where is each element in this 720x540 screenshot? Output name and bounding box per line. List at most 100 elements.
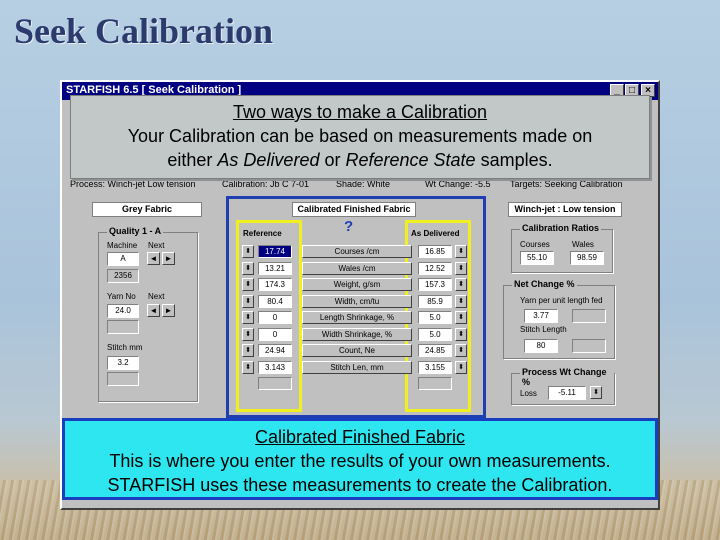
- slide-title: Seek Calibration: [14, 11, 274, 51]
- reference-spin-icon[interactable]: ⬍: [242, 361, 254, 374]
- calibrated-fabric-header: Calibrated Finished Fabric: [292, 202, 416, 217]
- yarn-per-unit-secondary: [572, 309, 606, 323]
- as-delivered-label: As Delivered: [411, 229, 460, 238]
- quality-label: Quality 1 - A: [107, 226, 164, 236]
- courses-ratio-field: 55.10: [520, 251, 554, 265]
- reference-value-field[interactable]: 3.143: [258, 361, 292, 374]
- wales-ratio-field: 98.59: [570, 251, 604, 265]
- machine-label: Machine: [107, 241, 138, 250]
- delivered-empty-field: [418, 377, 452, 390]
- line2-text-e: samples.: [475, 150, 553, 170]
- line2-text-a: either: [167, 150, 218, 170]
- stitch-field[interactable]: 3.2: [107, 356, 139, 370]
- stitch-length-field: 80: [524, 339, 558, 353]
- stitch-length-label: Stitch Length: [520, 325, 567, 334]
- reference-spin-icon[interactable]: ⬍: [242, 278, 254, 291]
- measurement-row-label: Courses /cm: [302, 245, 412, 258]
- reference-spin-icon[interactable]: ⬍: [242, 344, 254, 357]
- reference-value-field[interactable]: 0: [258, 328, 292, 341]
- info-wt-change: Wt Change: -5.5: [425, 179, 491, 189]
- reference-label: Reference: [243, 229, 282, 238]
- machine-next-label: Next: [148, 241, 165, 250]
- delivered-value-field[interactable]: 157.3: [418, 278, 452, 291]
- courses-label: Courses: [520, 240, 550, 249]
- reference-value-field[interactable]: 174.3: [258, 278, 292, 291]
- yarn-prev-arrow-icon[interactable]: ◄: [147, 304, 160, 317]
- delivered-spin-icon[interactable]: ⬍: [455, 344, 467, 357]
- top-callout-title: Two ways to make a Calibration: [232, 102, 488, 122]
- info-shade: Shade: White: [336, 179, 391, 189]
- measurement-row-label: Stitch Len, mm: [302, 361, 412, 374]
- net-change-label: Net Change %: [512, 279, 577, 289]
- info-targets: Targets: Seeking Calibration: [510, 179, 623, 189]
- info-process: Process: Winch-jet Low tension: [70, 179, 196, 189]
- reference-spin-icon[interactable]: ⬍: [242, 295, 254, 308]
- grey-fabric-header: Grey Fabric: [92, 202, 202, 217]
- reference-value-field[interactable]: 80.4: [258, 295, 292, 308]
- machine-prev-arrow-icon[interactable]: ◄: [147, 252, 160, 265]
- bottom-callout-title: Calibrated Finished Fabric: [254, 427, 466, 447]
- reference-spin-icon[interactable]: ⬍: [242, 328, 254, 341]
- top-callout-line2: either As Delivered or Reference State s…: [71, 148, 649, 172]
- yarn-label: Yarn No: [107, 292, 136, 301]
- bottom-callout: Calibrated Finished Fabric This is where…: [62, 418, 658, 500]
- top-callout-line1: Your Calibration can be based on measure…: [127, 126, 593, 146]
- measurement-row-label: Count, Ne: [302, 344, 412, 357]
- top-callout: Two ways to make a Calibration Your Cali…: [70, 95, 650, 179]
- delivered-spin-icon[interactable]: ⬍: [455, 295, 467, 308]
- yarn-next-arrow-icon[interactable]: ►: [162, 304, 175, 317]
- line2-text-c: or: [319, 150, 346, 170]
- loss-spin-icon[interactable]: ⬍: [590, 386, 602, 399]
- process-wt-label: Process Wt Change %: [520, 367, 614, 387]
- yarn-next-label: Next: [148, 292, 165, 301]
- ratios-label: Calibration Ratios: [520, 223, 602, 233]
- process-header: Winch-jet : Low tension: [508, 202, 622, 217]
- machine-next-arrow-icon[interactable]: ►: [162, 252, 175, 265]
- bottom-callout-line2: STARFISH uses these measurements to crea…: [107, 475, 613, 495]
- reference-spin-icon[interactable]: ⬍: [242, 311, 254, 324]
- info-calibration: Calibration: Jb C 7-01: [222, 179, 310, 189]
- help-pointer-icon[interactable]: ?: [344, 218, 360, 236]
- reference-spin-icon[interactable]: ⬍: [242, 262, 254, 275]
- info-bar: Process: Winch-jet Low tension Calibrati…: [70, 179, 660, 191]
- delivered-value-field[interactable]: 12.52: [418, 262, 452, 275]
- delivered-value-field[interactable]: 16.85: [418, 245, 452, 258]
- line2-reference-state: Reference State: [345, 150, 476, 170]
- yarn-per-unit-label: Yarn per unit length fed: [520, 296, 603, 305]
- reference-value-field[interactable]: 13.21: [258, 262, 292, 275]
- loss-field[interactable]: -5.11: [548, 386, 586, 400]
- reference-value-field[interactable]: 17.74: [258, 245, 292, 258]
- wales-label: Wales: [572, 240, 594, 249]
- reference-spin-icon[interactable]: ⬍: [242, 245, 254, 258]
- yarn-field[interactable]: 24.0: [107, 304, 139, 318]
- measurement-row-label: Width Shrinkage, %: [302, 328, 412, 341]
- delivered-value-field[interactable]: 5.0: [418, 328, 452, 341]
- stitch-secondary-field: [107, 372, 139, 386]
- yarn-secondary-field: [107, 320, 139, 334]
- machine-number-field: 2356: [107, 269, 139, 283]
- bottom-callout-line1: This is where you enter the results of y…: [109, 451, 611, 471]
- delivered-spin-icon[interactable]: ⬍: [455, 361, 467, 374]
- delivered-value-field[interactable]: 85.9: [418, 295, 452, 308]
- reference-value-field[interactable]: 0: [258, 311, 292, 324]
- delivered-value-field[interactable]: 24.85: [418, 344, 452, 357]
- line2-as-delivered: As Delivered: [217, 150, 320, 170]
- machine-field[interactable]: A: [107, 252, 139, 266]
- reference-empty-field: [258, 377, 292, 390]
- reference-value-field[interactable]: 24.94: [258, 344, 292, 357]
- yarn-per-unit-field: 3.77: [524, 309, 558, 323]
- delivered-spin-icon[interactable]: ⬍: [455, 262, 467, 275]
- stitch-length-secondary: [572, 339, 606, 353]
- measurement-row-label: Width, cm/tu: [302, 295, 412, 308]
- loss-label: Loss: [520, 389, 537, 398]
- measurement-row-label: Weight, g/sm: [302, 278, 412, 291]
- stitch-label: Stitch mm: [107, 343, 143, 352]
- delivered-value-field[interactable]: 3.155: [418, 361, 452, 374]
- delivered-spin-icon[interactable]: ⬍: [455, 278, 467, 291]
- delivered-value-field[interactable]: 5.0: [418, 311, 452, 324]
- delivered-spin-icon[interactable]: ⬍: [455, 328, 467, 341]
- delivered-spin-icon[interactable]: ⬍: [455, 245, 467, 258]
- delivered-spin-icon[interactable]: ⬍: [455, 311, 467, 324]
- measurement-row-label: Length Shrinkage, %: [302, 311, 412, 324]
- measurement-row-label: Wales /cm: [302, 262, 412, 275]
